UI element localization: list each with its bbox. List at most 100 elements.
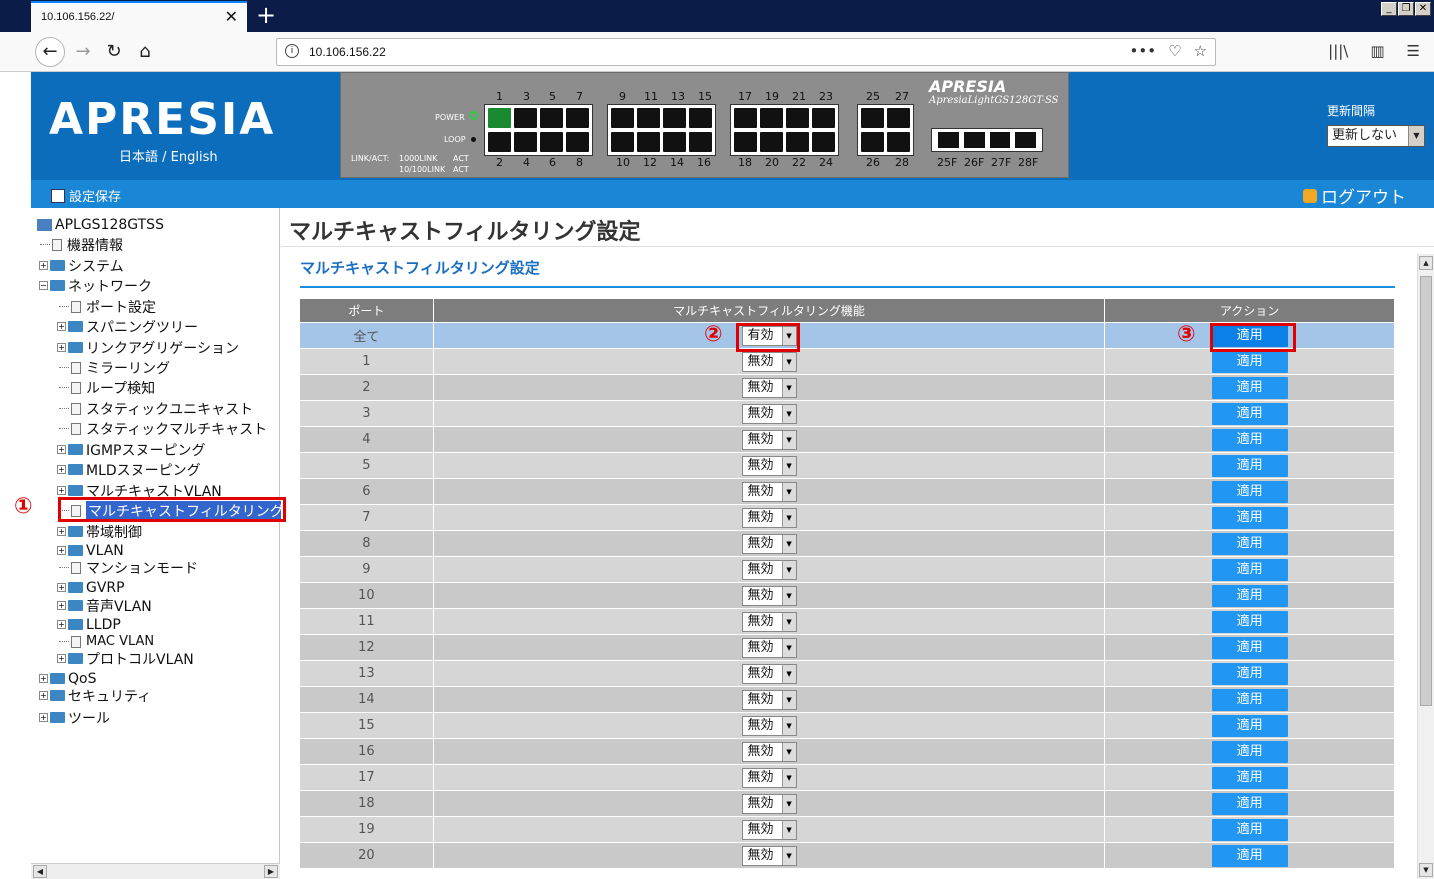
collapse-icon[interactable]: − <box>39 281 48 290</box>
expand-icon[interactable]: + <box>57 465 66 474</box>
tree-item-protocol-vlan[interactable]: + プロトコルVLAN <box>57 649 194 668</box>
tree-item-mansion-mode[interactable]: マンションモード <box>59 558 198 577</box>
apply-button[interactable]: 適用 <box>1211 376 1288 399</box>
tree-item-mld-snooping[interactable]: + MLDスヌーピング <box>57 460 201 479</box>
port-icon[interactable] <box>760 131 783 152</box>
filtering-select[interactable]: 無効 ▼ <box>741 559 797 580</box>
port-icon[interactable] <box>566 131 589 152</box>
port-icon[interactable] <box>887 108 910 128</box>
scroll-right-icon[interactable]: ▶ <box>264 865 278 878</box>
chevron-down-icon[interactable]: ▼ <box>781 378 796 397</box>
port-icon[interactable] <box>786 108 809 128</box>
tree-item-igmp-snooping[interactable]: + IGMPスヌーピング <box>57 440 206 459</box>
filtering-select[interactable]: 無効 ▼ <box>741 481 797 502</box>
forward-arrow-icon[interactable]: → <box>70 39 96 65</box>
restore-icon[interactable]: ❐ <box>1398 2 1414 16</box>
chevron-down-icon[interactable]: ▼ <box>781 534 796 553</box>
expand-icon[interactable]: + <box>57 322 66 331</box>
menu-icon[interactable]: ☰ <box>1407 42 1420 60</box>
site-info-icon[interactable]: i <box>285 44 299 58</box>
apply-button[interactable]: 適用 <box>1211 714 1288 737</box>
port-icon[interactable] <box>689 131 712 152</box>
chevron-down-icon[interactable]: ▼ <box>781 586 796 605</box>
main-vertical-scrollbar[interactable]: ▲ ▼ <box>1417 254 1434 879</box>
port-icon[interactable] <box>514 108 537 128</box>
expand-icon[interactable]: + <box>57 343 66 352</box>
expand-icon[interactable]: + <box>39 674 48 683</box>
apply-button[interactable]: 適用 <box>1211 818 1288 841</box>
port-icon[interactable] <box>611 108 634 128</box>
save-config-button[interactable]: 設定保存 <box>51 186 121 205</box>
filtering-select[interactable]: 無効 ▼ <box>741 715 797 736</box>
expand-icon[interactable]: + <box>57 583 66 592</box>
expand-icon[interactable]: + <box>57 486 66 495</box>
port-icon[interactable] <box>812 131 835 152</box>
tree-item-bandwidth-control[interactable]: + 帯域制御 <box>57 522 142 541</box>
filtering-select[interactable]: 無効 ▼ <box>741 663 797 684</box>
port-icon[interactable] <box>540 108 563 128</box>
port-icon[interactable] <box>637 108 660 128</box>
reload-icon[interactable]: ↻ <box>101 39 127 65</box>
apply-button[interactable]: 適用 <box>1211 766 1288 789</box>
chevron-down-icon[interactable]: ▼ <box>781 794 796 813</box>
home-icon[interactable]: ⌂ <box>132 39 158 65</box>
expand-icon[interactable]: + <box>57 620 66 629</box>
sfp-port-icon[interactable] <box>938 132 959 148</box>
port-icon[interactable] <box>786 131 809 152</box>
scroll-up-icon[interactable]: ▲ <box>1419 256 1433 270</box>
tree-item-security[interactable]: + セキュリティ <box>39 686 151 705</box>
apply-button[interactable]: 適用 <box>1211 844 1288 867</box>
port-icon[interactable] <box>887 131 910 152</box>
port-icon[interactable] <box>637 131 660 152</box>
scroll-left-icon[interactable]: ◀ <box>33 865 47 878</box>
tree-item-port-settings[interactable]: ポート設定 <box>59 297 156 316</box>
expand-icon[interactable]: + <box>57 527 66 536</box>
filtering-select[interactable]: 無効 ▼ <box>741 741 797 762</box>
page-actions-icon[interactable]: ••• <box>1130 42 1157 60</box>
filtering-select[interactable]: 無効 ▼ <box>741 403 797 424</box>
chevron-down-icon[interactable]: ▼ <box>781 430 796 449</box>
tree-item-network[interactable]: − ネットワーク <box>39 276 152 295</box>
chevron-down-icon[interactable]: ▼ <box>781 768 796 787</box>
apply-button[interactable]: 適用 <box>1211 350 1288 373</box>
expand-icon[interactable]: + <box>57 654 66 663</box>
filtering-select[interactable]: 無効 ▼ <box>741 351 797 372</box>
tree-item-spanning-tree[interactable]: + スパニングツリー <box>57 317 198 336</box>
filtering-select[interactable]: 無効 ▼ <box>741 507 797 528</box>
tree-item-voice-vlan[interactable]: + 音声VLAN <box>57 596 152 615</box>
chevron-down-icon[interactable]: ▼ <box>781 846 796 865</box>
apply-button[interactable]: 適用 <box>1211 584 1288 607</box>
back-arrow-icon[interactable]: ← <box>35 37 65 67</box>
chevron-down-icon[interactable]: ▼ <box>781 716 796 735</box>
filtering-select[interactable]: 無効 ▼ <box>741 767 797 788</box>
port-icon[interactable] <box>734 108 757 128</box>
port-icon[interactable] <box>663 131 686 152</box>
expand-icon[interactable]: + <box>39 261 48 270</box>
port-icon[interactable] <box>861 131 884 152</box>
chevron-down-icon[interactable]: ▼ <box>781 482 796 501</box>
apply-button[interactable]: 適用 <box>1211 532 1288 555</box>
apply-button[interactable]: 適用 <box>1211 402 1288 425</box>
filtering-select[interactable]: 無効 ▼ <box>741 689 797 710</box>
chevron-down-icon[interactable]: ▼ <box>781 612 796 631</box>
port-icon[interactable] <box>689 108 712 128</box>
chevron-down-icon[interactable]: ▼ <box>781 560 796 579</box>
port-icon[interactable] <box>760 108 783 128</box>
apply-button[interactable]: 適用 <box>1211 792 1288 815</box>
pocket-icon[interactable]: ♡ <box>1168 42 1181 60</box>
filtering-select[interactable]: 無効 ▼ <box>741 819 797 840</box>
chevron-down-icon[interactable]: ▼ <box>781 664 796 683</box>
expand-icon[interactable]: + <box>39 691 48 700</box>
apply-button[interactable]: 適用 <box>1211 480 1288 503</box>
sfp-port-icon[interactable] <box>963 132 985 148</box>
scroll-down-icon[interactable]: ▼ <box>1419 863 1433 877</box>
chevron-down-icon[interactable]: ▼ <box>781 456 796 475</box>
apply-button[interactable]: 適用 <box>1211 558 1288 581</box>
close-tab-icon[interactable]: ✕ <box>225 8 238 26</box>
filtering-select[interactable]: 無効 ▼ <box>741 585 797 606</box>
sfp-port-icon[interactable] <box>1015 132 1036 148</box>
chevron-down-icon[interactable]: ▼ <box>1408 126 1424 146</box>
language-switch[interactable]: 日本語 / English <box>119 146 218 165</box>
filtering-select[interactable]: 無効 ▼ <box>741 377 797 398</box>
port-icon[interactable] <box>734 131 757 152</box>
